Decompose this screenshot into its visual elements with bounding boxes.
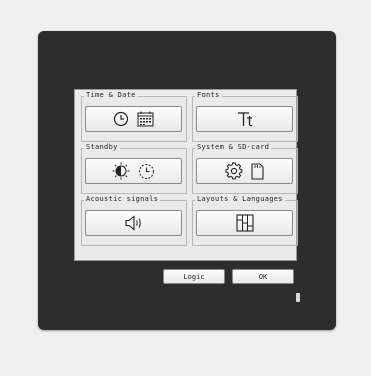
font-icon <box>236 110 254 128</box>
layout-icon <box>235 214 254 232</box>
system-button[interactable] <box>196 158 293 184</box>
layouts-button[interactable] <box>196 210 293 236</box>
speaker-icon <box>124 215 144 231</box>
acoustic-button[interactable] <box>85 210 182 236</box>
section-title: Time & Date <box>84 91 138 100</box>
section-layouts: Layouts & Languages <box>192 195 298 246</box>
time-date-button[interactable] <box>85 106 182 132</box>
section-fonts: Fonts <box>192 91 298 142</box>
settings-screen: Time & Date Fonts Standby System & SD-ca… <box>74 89 298 284</box>
status-led <box>296 293 300 302</box>
device-frame: Time & Date Fonts Standby System & SD-ca… <box>38 31 336 330</box>
sd-card-icon <box>251 162 264 180</box>
section-title: System & SD-card <box>195 143 272 152</box>
timer-icon <box>138 163 155 180</box>
clock-icon <box>113 111 129 127</box>
gear-icon <box>225 162 243 180</box>
calendar-icon <box>137 111 154 127</box>
brightness-icon <box>112 162 130 180</box>
section-title: Standby <box>84 143 120 152</box>
section-system: System & SD-card <box>192 143 298 194</box>
section-standby: Standby <box>81 143 187 194</box>
section-acoustic: Acoustic signals <box>81 195 187 246</box>
standby-button[interactable] <box>85 158 182 184</box>
logic-button[interactable]: Logic <box>163 269 225 284</box>
section-title: Fonts <box>195 91 222 100</box>
section-title: Acoustic signals <box>84 195 161 204</box>
section-title: Layouts & Languages <box>195 195 285 204</box>
ok-button[interactable]: OK <box>232 269 294 284</box>
section-time-date: Time & Date <box>81 91 187 142</box>
fonts-button[interactable] <box>196 106 293 132</box>
